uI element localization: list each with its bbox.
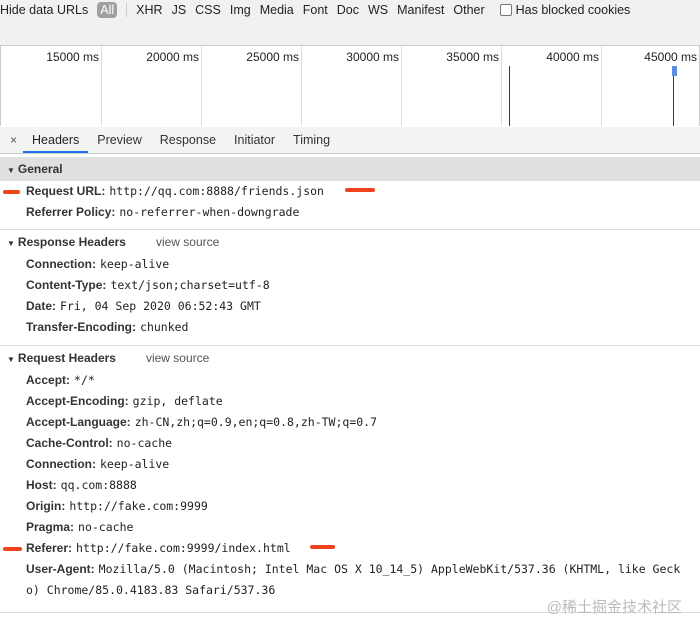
header-row: Referer: http://fake.com:9999/index.html bbox=[0, 538, 700, 559]
header-key: Accept-Language: bbox=[26, 415, 131, 429]
header-value: no-cache bbox=[116, 436, 173, 450]
filter-bar: Hide data URLs All XHR JS CSS Img Media … bbox=[0, 0, 700, 46]
section-title: General bbox=[17, 162, 63, 176]
annotation-mark bbox=[310, 545, 335, 549]
header-value: http://fake.com:9999 bbox=[69, 499, 208, 513]
header-key: Origin: bbox=[26, 499, 66, 513]
header-key: Request URL: bbox=[26, 184, 106, 198]
header-value: Mozilla/5.0 (Macintosh; Intel Mac OS X 1… bbox=[26, 562, 681, 597]
section-title: Response Headers bbox=[17, 235, 126, 249]
timeline-tick: 40000 ms bbox=[502, 46, 602, 126]
timeline-tick: 15000 ms bbox=[1, 46, 102, 126]
header-key: Referer: bbox=[26, 541, 73, 555]
header-row: Transfer-Encoding: chunked bbox=[0, 317, 700, 338]
filter-xhr[interactable]: XHR bbox=[136, 3, 162, 17]
header-value: Fri, 04 Sep 2020 06:52:43 GMT bbox=[60, 299, 261, 313]
has-blocked-cookies-checkbox[interactable]: Has blocked cookies bbox=[499, 2, 631, 17]
header-value: */* bbox=[74, 373, 95, 387]
request-bar[interactable] bbox=[672, 66, 677, 76]
filter-all[interactable]: All bbox=[97, 1, 118, 18]
header-value: gzip, deflate bbox=[132, 394, 223, 408]
tab-response[interactable]: Response bbox=[151, 127, 225, 153]
timeline-tick: 30000 ms bbox=[302, 46, 402, 126]
header-value: http://fake.com:9999/index.html bbox=[76, 541, 291, 555]
filter-img[interactable]: Img bbox=[230, 3, 251, 17]
header-row: Accept-Encoding: gzip, deflate bbox=[0, 391, 700, 412]
section-title: Request Headers bbox=[17, 351, 116, 365]
header-key: Connection: bbox=[26, 457, 96, 471]
header-value: chunked bbox=[140, 320, 189, 334]
header-key: Cache-Control: bbox=[26, 436, 113, 450]
timeline-tick: 20000 ms bbox=[102, 46, 202, 126]
filter-css[interactable]: CSS bbox=[195, 3, 221, 17]
hide-data-urls-label[interactable]: Hide data URLs bbox=[0, 3, 88, 17]
annotation-mark bbox=[345, 188, 375, 192]
header-row: Cache-Control: no-cache bbox=[0, 433, 700, 454]
divider bbox=[126, 2, 128, 17]
filter-js[interactable]: JS bbox=[172, 3, 187, 17]
filter-font[interactable]: Font bbox=[303, 3, 328, 17]
header-row: Host: qq.com:8888 bbox=[0, 475, 700, 496]
header-row: Date: Fri, 04 Sep 2020 06:52:43 GMT bbox=[0, 296, 700, 317]
general-header[interactable]: ▼ General bbox=[0, 157, 700, 181]
timeline-tick: 25000 ms bbox=[202, 46, 302, 126]
timeline-tick: 35000 ms bbox=[402, 46, 502, 126]
header-row: Accept: */* bbox=[0, 370, 700, 391]
header-key: Accept-Encoding: bbox=[26, 394, 129, 408]
dom-content-loaded-marker bbox=[509, 66, 510, 126]
header-key: Transfer-Encoding: bbox=[26, 320, 137, 334]
triangle-down-icon: ▼ bbox=[7, 166, 15, 175]
header-key: User-Agent: bbox=[26, 562, 95, 576]
request-headers-header[interactable]: ▼ Request Headers view source bbox=[0, 346, 700, 370]
header-value: no-referrer-when-downgrade bbox=[119, 205, 300, 219]
timeline-overview[interactable]: 15000 ms 20000 ms 25000 ms 30000 ms 3500… bbox=[0, 46, 700, 126]
filter-manifest[interactable]: Manifest bbox=[397, 3, 444, 17]
header-key: Connection: bbox=[26, 257, 96, 271]
request-headers-section: ▼ Request Headers view source Accept: */* A… bbox=[0, 345, 700, 601]
header-row: Referrer Policy: no-referrer-when-downgra… bbox=[0, 202, 700, 223]
header-key: Date: bbox=[26, 299, 57, 313]
header-value: http://qq.com:8888/friends.json bbox=[109, 184, 324, 198]
filter-doc[interactable]: Doc bbox=[337, 3, 359, 17]
filter-media[interactable]: Media bbox=[260, 3, 294, 17]
close-icon[interactable]: × bbox=[0, 133, 23, 147]
triangle-down-icon: ▼ bbox=[7, 239, 15, 248]
view-source-link[interactable]: view source bbox=[146, 351, 209, 365]
tab-initiator[interactable]: Initiator bbox=[225, 127, 284, 153]
header-row: Accept-Language: zh-CN,zh;q=0.9,en;q=0.8,… bbox=[0, 412, 700, 433]
annotation-mark bbox=[3, 190, 20, 194]
header-value: text/json;charset=utf-8 bbox=[110, 278, 270, 292]
header-row: Pragma: no-cache bbox=[0, 517, 700, 538]
checkbox-icon bbox=[499, 4, 512, 17]
tab-timing[interactable]: Timing bbox=[284, 127, 339, 153]
has-blocked-cookies-label: Has blocked cookies bbox=[515, 2, 631, 17]
header-value: zh-CN,zh;q=0.9,en;q=0.8,zh-TW;q=0.7 bbox=[134, 415, 378, 429]
annotation-mark bbox=[3, 547, 22, 551]
header-key: Referrer Policy: bbox=[26, 205, 116, 219]
header-row: Connection: keep-alive bbox=[0, 254, 700, 275]
filter-ws[interactable]: WS bbox=[368, 3, 388, 17]
watermark: @稀土掘金技术社区 bbox=[546, 599, 682, 616]
detail-tabs: × Headers Preview Response Initiator Tim… bbox=[0, 127, 700, 154]
header-key: Content-Type: bbox=[26, 278, 107, 292]
header-value: keep-alive bbox=[100, 457, 170, 471]
header-value: qq.com:8888 bbox=[60, 478, 137, 492]
header-key: Pragma: bbox=[26, 520, 75, 534]
timeline-tick: 45000 ms bbox=[644, 50, 697, 64]
header-value: keep-alive bbox=[100, 257, 170, 271]
header-row: Content-Type: text/json;charset=utf-8 bbox=[0, 275, 700, 296]
header-key: Host: bbox=[26, 478, 57, 492]
tab-preview[interactable]: Preview bbox=[88, 127, 150, 153]
tab-headers[interactable]: Headers bbox=[23, 127, 89, 153]
header-value: no-cache bbox=[78, 520, 134, 534]
header-row: Origin: http://fake.com:9999 bbox=[0, 496, 700, 517]
triangle-down-icon: ▼ bbox=[7, 355, 15, 364]
filter-other[interactable]: Other bbox=[453, 3, 484, 17]
header-row: User-Agent: Mozilla/5.0 (Macintosh; Intel… bbox=[0, 559, 700, 601]
header-key: Accept: bbox=[26, 373, 71, 387]
response-headers-header[interactable]: ▼ Response Headers view source bbox=[0, 230, 700, 254]
header-row: Connection: keep-alive bbox=[0, 454, 700, 475]
response-headers-section: ▼ Response Headers view source Connection:… bbox=[0, 229, 700, 338]
view-source-link[interactable]: view source bbox=[156, 235, 219, 249]
